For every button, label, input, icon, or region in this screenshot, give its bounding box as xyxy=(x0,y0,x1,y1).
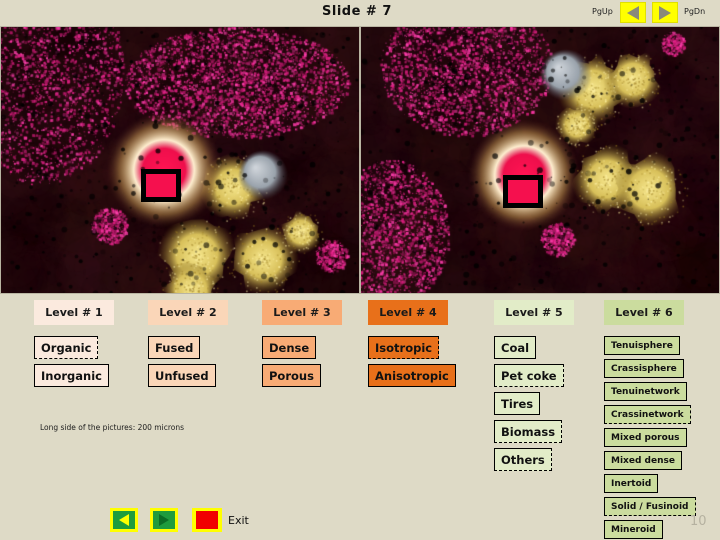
level-item[interactable]: Inorganic xyxy=(34,364,109,387)
exit-button[interactable] xyxy=(192,508,222,532)
microscopy-image-left[interactable] xyxy=(0,26,360,294)
pgup-label: PgUp xyxy=(592,7,613,16)
level-item[interactable]: Biomass xyxy=(494,420,563,443)
level-header-6: Level # 6 xyxy=(604,300,684,325)
level-header-1: Level # 1 xyxy=(34,300,114,325)
header-prev-button[interactable] xyxy=(620,2,646,23)
level-item[interactable]: Pet coke xyxy=(494,364,564,387)
level-items-4: Isotropic Anisotropic xyxy=(368,336,456,392)
level-column-3: Level # 3 Dense Porous xyxy=(262,300,342,392)
level-header-2: Level # 2 xyxy=(148,300,228,325)
level-item[interactable]: Mixed porous xyxy=(604,428,687,447)
level-item[interactable]: Anisotropic xyxy=(368,364,456,387)
level-item[interactable]: Crassinetwork xyxy=(604,405,691,424)
red-square-icon xyxy=(196,511,218,529)
level-column-5: Level # 5 Coal Pet coke Tires Biomass Others xyxy=(494,300,574,476)
header-next-button[interactable] xyxy=(652,2,678,23)
level-item[interactable]: Unfused xyxy=(148,364,216,387)
microscopy-canvas-right xyxy=(361,27,719,293)
pgdn-label: PgDn xyxy=(684,7,706,16)
exit-label: Exit xyxy=(228,514,249,527)
level-item[interactable]: Fused xyxy=(148,336,201,359)
footer-next-inner xyxy=(153,511,175,529)
level-header-4: Level # 4 xyxy=(368,300,448,325)
footer-prev-inner xyxy=(113,511,135,529)
footer-prev-button[interactable] xyxy=(110,508,138,532)
level-item[interactable]: Tenuinetwork xyxy=(604,382,687,401)
level-column-4: Level # 4 Isotropic Anisotropic xyxy=(368,300,456,392)
scale-caption: Long side of the pictures: 200 microns xyxy=(40,423,184,432)
triangle-right-icon xyxy=(159,514,169,526)
page-title: Slide # 7 xyxy=(322,4,392,19)
level-items-2: Fused Unfused xyxy=(148,336,228,392)
level-items-3: Dense Porous xyxy=(262,336,342,392)
level-item[interactable]: Crassisphere xyxy=(604,359,684,378)
level-items-5: Coal Pet coke Tires Biomass Others xyxy=(494,336,574,476)
level-column-1: Level # 1 Organic Inorganic xyxy=(34,300,114,392)
level-column-2: Level # 2 Fused Unfused xyxy=(148,300,228,392)
level-item[interactable]: Tenuisphere xyxy=(604,336,680,355)
image-panel xyxy=(0,26,720,294)
level-item[interactable]: Others xyxy=(494,448,552,471)
level-item[interactable]: Coal xyxy=(494,336,537,359)
slide-page: Slide # 7 PgUp PgDn Level # 1 Organic Inor… xyxy=(0,0,720,540)
footer-next-button[interactable] xyxy=(150,508,178,532)
level-header-5: Level # 5 xyxy=(494,300,574,325)
microscopy-image-right[interactable] xyxy=(360,26,720,294)
level-items-1: Organic Inorganic xyxy=(34,336,114,392)
level-header-3: Level # 3 xyxy=(262,300,342,325)
page-number: 10 xyxy=(690,514,707,529)
triangle-left-icon xyxy=(627,5,639,20)
region-highlight-box-right xyxy=(503,175,543,208)
region-highlight-box-left xyxy=(141,169,181,202)
microscopy-canvas-left xyxy=(1,27,359,293)
level-item[interactable]: Inertoid xyxy=(604,474,659,493)
level-item[interactable]: Isotropic xyxy=(368,336,440,359)
triangle-left-icon xyxy=(119,514,129,526)
header-bar: Slide # 7 PgUp PgDn xyxy=(0,0,720,26)
level-item[interactable]: Tires xyxy=(494,392,541,415)
level-item[interactable]: Porous xyxy=(262,364,321,387)
triangle-right-icon xyxy=(659,5,671,20)
footer-toolbar: Exit xyxy=(0,500,720,540)
level-item[interactable]: Organic xyxy=(34,336,99,359)
level-item[interactable]: Mixed dense xyxy=(604,451,682,470)
level-item[interactable]: Dense xyxy=(262,336,317,359)
